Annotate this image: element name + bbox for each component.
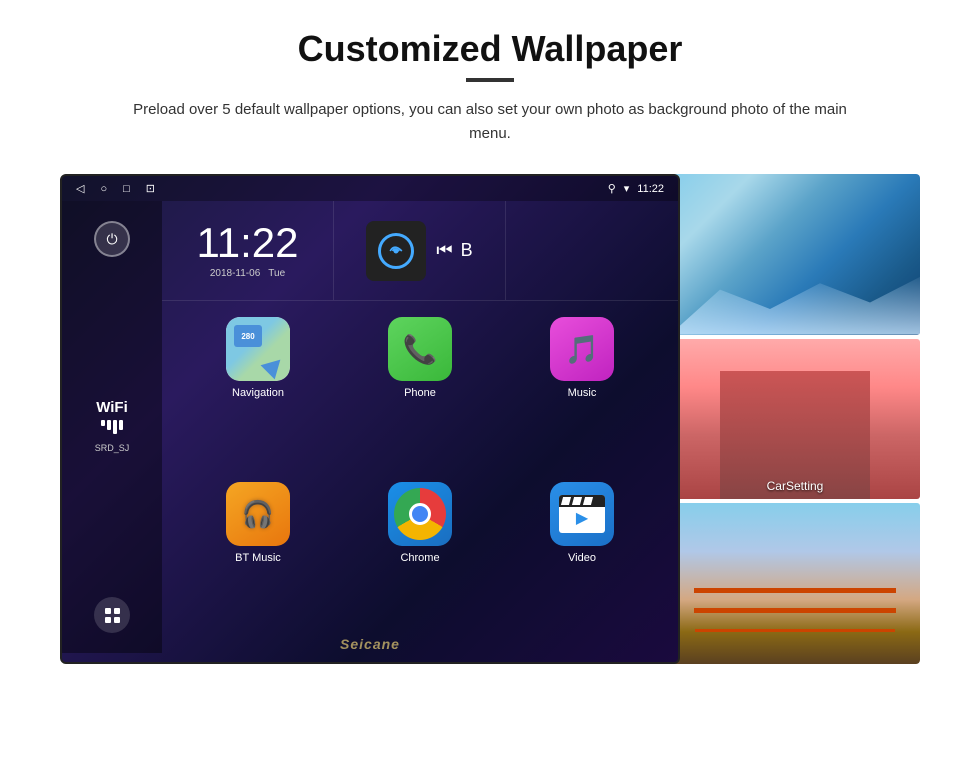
app-item-chrome[interactable]: Chrome xyxy=(344,482,496,637)
status-time: 11:22 xyxy=(637,183,664,195)
media-block: ⏮ B xyxy=(334,201,506,300)
wifi-info: WiFi SRD_SJ xyxy=(95,399,130,456)
phone-icon: 📞 xyxy=(388,317,452,381)
title-divider xyxy=(466,78,514,82)
clock-block: 11:22 2018-11-06 Tue xyxy=(162,201,334,300)
media-wifi-symbol xyxy=(378,233,414,269)
wallpaper-bridge[interactable] xyxy=(670,503,920,664)
back-icon[interactable]: ◁ xyxy=(76,182,84,195)
app-label-btmusic: BT Music xyxy=(235,552,281,564)
nav-sign: 280 xyxy=(234,325,262,347)
home-icon[interactable]: ○ xyxy=(100,183,107,195)
video-strip xyxy=(559,495,605,507)
app-item-btmusic[interactable]: 🎧 BT Music xyxy=(182,482,334,637)
clock-day: Tue xyxy=(268,268,285,279)
screen-main: ⏻ WiFi SRD_SJ xyxy=(62,201,678,653)
wifi-label: WiFi xyxy=(95,399,130,416)
app-item-video[interactable]: ▶ Video xyxy=(506,482,658,637)
apps-button[interactable] xyxy=(94,597,130,633)
page-container: Customized Wallpaper Preload over 5 defa… xyxy=(0,0,980,758)
clock-time: 11:22 xyxy=(197,222,299,264)
app-item-navigation[interactable]: 280 Navigation xyxy=(182,317,334,472)
signal-icon: ▾ xyxy=(624,182,630,195)
strip-mark xyxy=(572,497,582,505)
watermark: Seicane xyxy=(340,636,400,652)
music-icon: 🎵 xyxy=(550,317,614,381)
strip-mark xyxy=(583,497,593,505)
wallpaper-building[interactable]: CarSetting xyxy=(670,339,920,500)
bluetooth-symbol: 🎧 xyxy=(242,499,274,530)
left-sidebar: ⏻ WiFi SRD_SJ xyxy=(62,201,162,653)
app-label-phone: Phone xyxy=(404,387,436,399)
chrome-outer xyxy=(394,488,446,540)
app-label-chrome: Chrome xyxy=(400,552,439,564)
wallpaper-glacier[interactable] xyxy=(670,174,920,335)
app-label-navigation: Navigation xyxy=(232,387,284,399)
wifi-ssid: SRD_SJ xyxy=(95,443,130,453)
screen-content: 11:22 2018-11-06 Tue xyxy=(162,201,678,653)
app-item-music[interactable]: 🎵 Music xyxy=(506,317,658,472)
carsetting-label: CarSetting xyxy=(670,479,920,493)
android-screen: ◁ ○ □ ⊡ ⚲ ▾ 11:22 ⏻ WiFi xyxy=(60,174,680,664)
video-play-icon: ▶ xyxy=(576,508,588,528)
wifi-bar-2 xyxy=(107,420,111,430)
wifi-bar-3 xyxy=(113,420,117,434)
dot xyxy=(114,617,120,623)
apps-grid-icon xyxy=(105,608,120,623)
media-controls: ⏮ B xyxy=(436,240,472,261)
app-label-music: Music xyxy=(568,387,597,399)
track-letter: B xyxy=(461,240,473,261)
top-info-bar: 11:22 2018-11-06 Tue xyxy=(162,201,678,301)
screenshot-icon[interactable]: ⊡ xyxy=(146,182,155,195)
dot xyxy=(105,617,111,623)
status-bar: ◁ ○ □ ⊡ ⚲ ▾ 11:22 xyxy=(62,176,678,201)
dot xyxy=(114,608,120,614)
app-item-phone[interactable]: 📞 Phone xyxy=(344,317,496,472)
dot xyxy=(105,608,111,614)
chrome-icon xyxy=(388,482,452,546)
clock-date: 2018-11-06 Tue xyxy=(210,268,285,279)
page-description: Preload over 5 default wallpaper options… xyxy=(130,98,850,146)
clock-date-value: 2018-11-06 xyxy=(210,268,260,279)
wallpaper-thumbnails: CarSetting xyxy=(670,174,920,664)
status-bar-left: ◁ ○ □ ⊡ xyxy=(76,182,155,195)
strip-mark xyxy=(561,497,571,505)
wifi-bar-1 xyxy=(101,420,105,426)
recent-icon[interactable]: □ xyxy=(123,183,130,195)
video-clapboard: ▶ xyxy=(559,495,605,533)
screen-wrapper: ◁ ○ □ ⊡ ⚲ ▾ 11:22 ⏻ WiFi xyxy=(60,174,920,674)
navigation-icon: 280 xyxy=(226,317,290,381)
video-icon: ▶ xyxy=(550,482,614,546)
status-bar-right: ⚲ ▾ 11:22 xyxy=(608,182,664,195)
btmusic-icon: 🎧 xyxy=(226,482,290,546)
app-grid: 280 Navigation 📞 Phone xyxy=(162,301,678,653)
power-button[interactable]: ⏻ xyxy=(94,221,130,257)
media-icon-box xyxy=(366,221,426,281)
app-label-video: Video xyxy=(568,552,596,564)
location-icon: ⚲ xyxy=(608,182,616,195)
chrome-inner xyxy=(409,503,431,525)
wifi-bar-4 xyxy=(119,420,123,430)
prev-track-icon[interactable]: ⏮ xyxy=(436,240,452,261)
wifi-bars xyxy=(95,420,130,434)
page-title: Customized Wallpaper xyxy=(298,28,683,70)
extra-block xyxy=(506,201,678,300)
